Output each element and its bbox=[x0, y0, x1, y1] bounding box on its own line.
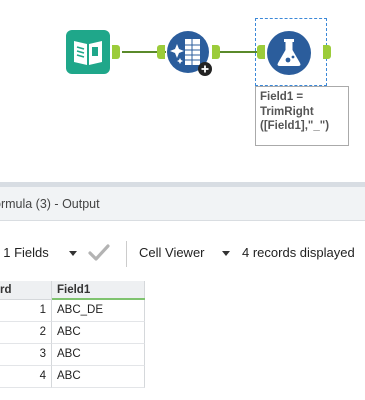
chevron-down-icon[interactable] bbox=[69, 251, 77, 256]
output-anchor[interactable] bbox=[323, 45, 331, 59]
cell-viewer-selector[interactable]: Cell Viewer bbox=[139, 245, 205, 260]
input-anchor[interactable] bbox=[157, 45, 165, 59]
table-cell[interactable]: ABC bbox=[52, 322, 145, 344]
input-anchor[interactable] bbox=[257, 45, 265, 59]
output-anchor[interactable] bbox=[212, 45, 220, 59]
fields-selector[interactable]: f 1 Fields bbox=[0, 245, 49, 260]
record-number: 4 bbox=[39, 370, 46, 382]
table-row[interactable]: 4 bbox=[0, 366, 52, 388]
checkmark-icon[interactable] bbox=[88, 243, 110, 263]
column-header-record[interactable]: rd bbox=[0, 281, 52, 300]
results-header: ormula (3) - Output bbox=[0, 187, 365, 221]
table-row[interactable]: 2 bbox=[0, 322, 52, 344]
tool-annotation[interactable]: Field1 = TrimRight ([Field1],"_") bbox=[255, 86, 349, 146]
toolbar-divider bbox=[126, 241, 127, 267]
book-icon bbox=[66, 30, 110, 74]
output-anchor[interactable] bbox=[112, 45, 120, 59]
records-status: 4 records displayed bbox=[242, 245, 355, 260]
chevron-down-icon[interactable] bbox=[222, 251, 230, 256]
table-cell[interactable]: ABC bbox=[52, 366, 145, 388]
input-data-tool[interactable] bbox=[66, 30, 110, 74]
results-title: ormula (3) - Output bbox=[0, 197, 100, 211]
table-row[interactable]: 3 bbox=[0, 344, 52, 366]
field1-value: ABC bbox=[57, 348, 81, 360]
field1-value: ABC bbox=[57, 326, 81, 338]
field1-value: ABC_DE bbox=[57, 304, 104, 316]
record-number: 1 bbox=[39, 304, 46, 316]
flask-icon bbox=[267, 31, 311, 75]
record-number: 2 bbox=[39, 326, 46, 338]
annotation-line: Field1 = bbox=[260, 91, 304, 103]
workflow-canvas[interactable]: Field1 = TrimRight ([Field1],"_") bbox=[0, 0, 365, 182]
table-cell[interactable]: ABC_DE bbox=[52, 300, 145, 322]
annotation-line: ([Field1],"_") bbox=[260, 120, 330, 132]
table-cell[interactable]: ABC bbox=[52, 344, 145, 366]
formula-tool[interactable] bbox=[266, 30, 312, 76]
select-records-tool[interactable] bbox=[166, 30, 216, 80]
record-number: 3 bbox=[39, 348, 46, 360]
annotation-line: TrimRight bbox=[260, 105, 314, 118]
select-records-icon bbox=[167, 31, 212, 76]
results-toolbar: f 1 Fields Cell Viewer 4 records display… bbox=[0, 221, 365, 277]
table-row[interactable]: 1 bbox=[0, 300, 52, 322]
field1-value: ABC bbox=[57, 370, 81, 382]
